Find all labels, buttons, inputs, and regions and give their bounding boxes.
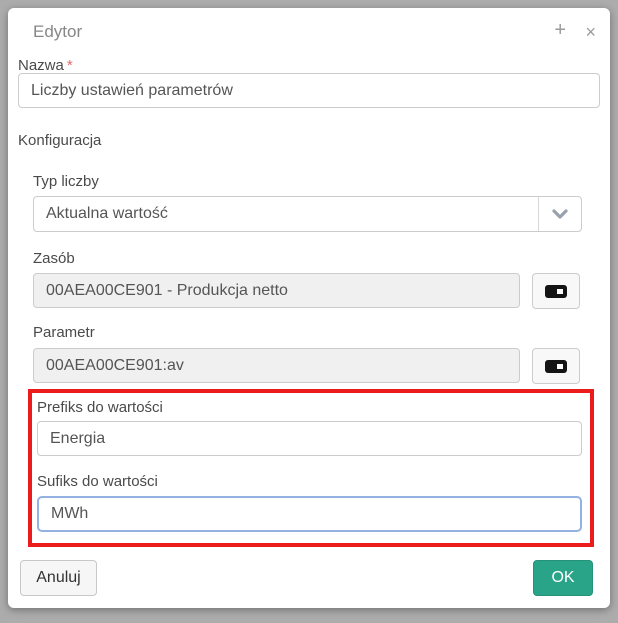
cancel-button[interactable]: Anuluj — [20, 560, 97, 596]
number-type-dropdown[interactable]: Aktualna wartość — [33, 196, 582, 232]
name-label-text: Nazwa — [18, 57, 64, 74]
suffix-input[interactable] — [37, 496, 582, 532]
editor-dialog: Edytor + × Nazwa* Konfiguracja Typ liczb… — [8, 8, 610, 608]
picker-icon — [545, 360, 567, 373]
close-icon[interactable]: × — [585, 21, 596, 43]
configuration-section-label: Konfiguracja — [18, 132, 101, 149]
number-type-selected-value: Aktualna wartość — [34, 205, 538, 223]
resource-label: Zasób — [33, 250, 75, 267]
dialog-title: Edytor — [33, 22, 82, 42]
resource-input[interactable] — [33, 273, 520, 308]
dropdown-trigger[interactable] — [538, 197, 581, 231]
ok-button[interactable]: OK — [533, 560, 593, 596]
prefix-label: Prefiks do wartości — [37, 399, 163, 416]
name-input[interactable] — [18, 73, 600, 108]
picker-icon — [545, 285, 567, 298]
required-marker: * — [67, 57, 73, 74]
parameter-picker-button[interactable] — [532, 348, 580, 384]
add-icon[interactable]: + — [554, 19, 566, 41]
chevron-down-icon — [552, 209, 568, 219]
parameter-label: Parametr — [33, 324, 95, 341]
prefix-input[interactable] — [37, 421, 582, 456]
suffix-label: Sufiks do wartości — [37, 473, 158, 490]
number-type-label: Typ liczby — [33, 173, 99, 190]
parameter-input[interactable] — [33, 348, 520, 383]
resource-picker-button[interactable] — [532, 273, 580, 309]
name-label: Nazwa* — [18, 57, 73, 74]
